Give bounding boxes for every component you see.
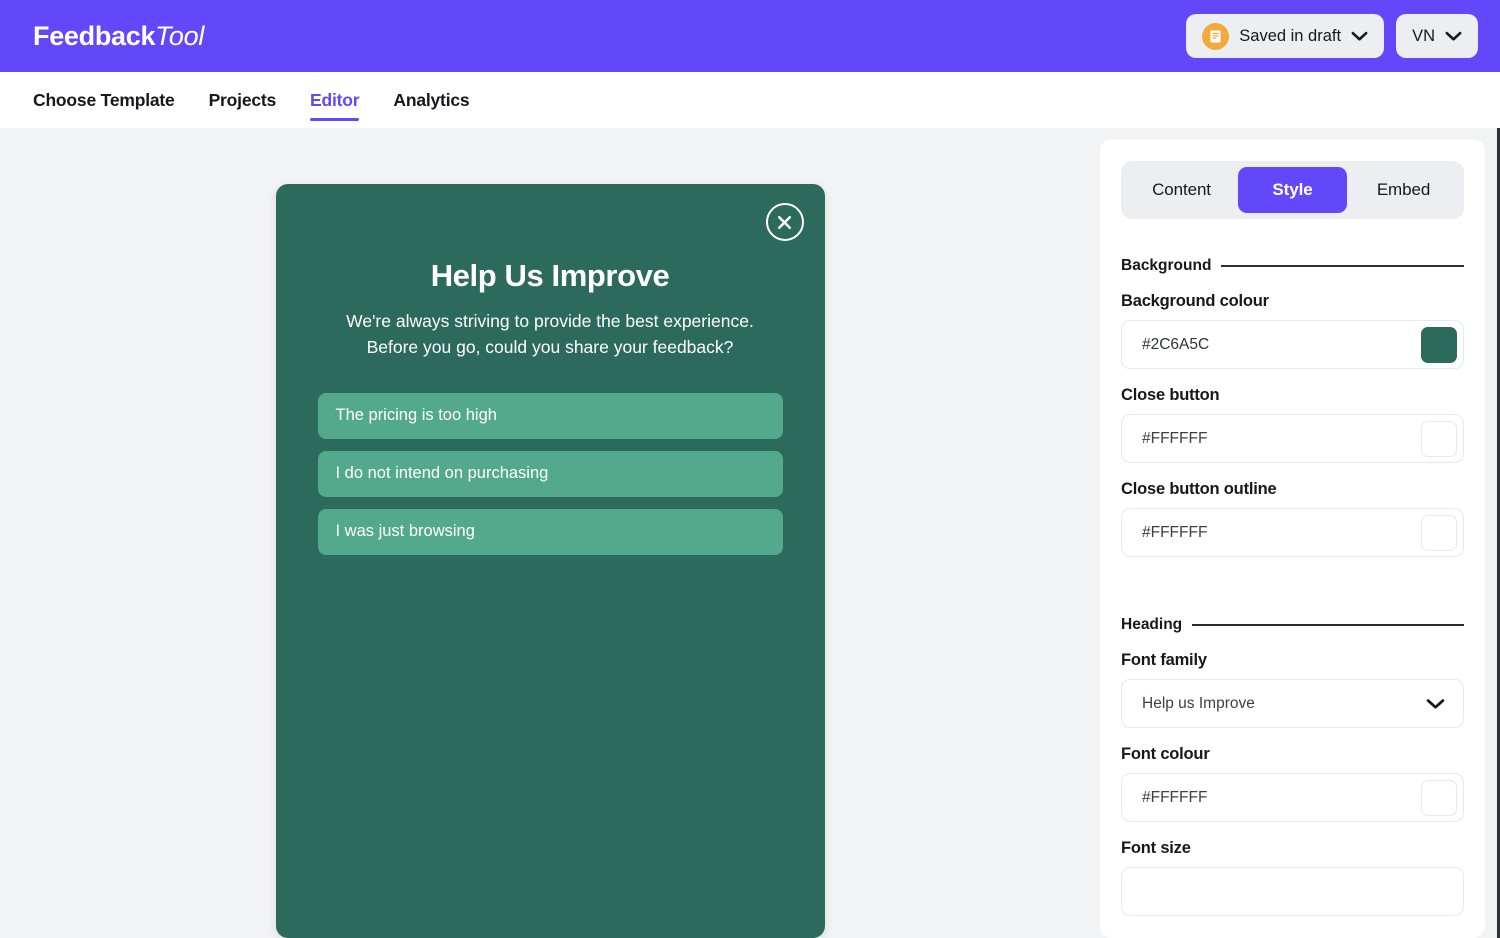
section-header-background: Background [1121, 257, 1464, 275]
tab-style[interactable]: Style [1238, 167, 1347, 213]
field-label-font-size: Font size [1121, 839, 1191, 857]
preview-option-1[interactable]: The pricing is too high [317, 392, 783, 439]
close-button-outline-colour-input[interactable]: #FFFFFF [1121, 508, 1464, 557]
close-button-colour-input[interactable]: #FFFFFF [1121, 414, 1464, 463]
section-header-heading: Heading [1121, 616, 1464, 634]
tab-embed[interactable]: Embed [1349, 167, 1458, 213]
section-divider [1221, 265, 1464, 267]
section-divider [1192, 624, 1464, 626]
close-button-colour-swatch[interactable] [1421, 420, 1457, 457]
saved-in-draft-label: Saved in draft [1239, 26, 1342, 45]
chevron-down-icon [1445, 31, 1462, 42]
font-colour-input[interactable]: #FFFFFF [1121, 773, 1464, 822]
style-panel: Content Style Embed Background Backgroun… [1100, 139, 1485, 938]
field-label-background-colour: Background colour [1121, 292, 1269, 310]
app-header: FeedbackTool Saved in draft VN [0, 0, 1500, 72]
field-label-close-button-outline: Close button outline [1121, 480, 1277, 498]
background-colour-input[interactable]: #2C6A5C [1121, 320, 1464, 369]
font-colour-swatch[interactable] [1421, 779, 1457, 816]
background-colour-value: #2C6A5C [1142, 335, 1210, 353]
field-label-font-colour: Font colour [1121, 745, 1210, 763]
primary-nav: Choose Template Projects Editor Analytic… [0, 72, 1500, 128]
preview-option-3[interactable]: I was just browsing [317, 508, 783, 555]
preview-title: Help Us Improve [430, 258, 670, 293]
close-button-colour-value: #FFFFFF [1142, 429, 1208, 447]
panel-tab-group: Content Style Embed [1121, 161, 1464, 219]
language-selector-button[interactable]: VN [1396, 14, 1478, 58]
field-label-close-button: Close button [1121, 386, 1220, 404]
feedback-modal-preview: Help Us Improve We're always striving to… [275, 184, 825, 938]
preview-subtitle-line-2: Before you go, could you share your feed… [366, 336, 734, 357]
field-close-button: Close button #FFFFFF [1121, 386, 1464, 463]
nav-item-projects[interactable]: Projects [209, 72, 277, 128]
field-background-colour: Background colour #2C6A5C [1121, 292, 1464, 369]
field-close-button-outline: Close button outline #FFFFFF [1121, 480, 1464, 557]
font-family-select[interactable]: Help us Improve [1121, 679, 1464, 728]
header-actions: Saved in draft VN [1186, 14, 1478, 58]
field-font-colour: Font colour #FFFFFF [1121, 745, 1464, 822]
logo-text-secondary: Tool [155, 20, 205, 51]
editor-workspace: Help Us Improve We're always striving to… [0, 128, 1500, 938]
chevron-down-icon [1426, 698, 1457, 710]
font-family-value: Help us Improve [1142, 694, 1255, 712]
section-title-background: Background [1121, 257, 1212, 274]
logo-text-primary: Feedback [33, 20, 156, 51]
app-logo: FeedbackTool [33, 21, 204, 52]
close-button-outline-colour-swatch[interactable] [1421, 514, 1457, 551]
close-button-outline-colour-value: #FFFFFF [1142, 523, 1208, 541]
section-title-heading: Heading [1121, 616, 1183, 633]
font-size-input[interactable] [1121, 867, 1464, 916]
nav-item-editor[interactable]: Editor [310, 72, 360, 128]
nav-item-analytics[interactable]: Analytics [393, 72, 469, 128]
preview-canvas: Help Us Improve We're always striving to… [0, 128, 1100, 938]
field-label-font-family: Font family [1121, 651, 1207, 669]
preview-options-list: The pricing is too high I do not intend … [317, 392, 783, 555]
chevron-down-icon [1351, 31, 1368, 42]
field-font-size: Font size [1121, 839, 1464, 916]
preview-subtitle: We're always striving to provide the bes… [318, 309, 783, 361]
close-circle-icon[interactable] [765, 203, 804, 241]
preview-option-2[interactable]: I do not intend on purchasing [317, 450, 783, 497]
background-colour-swatch[interactable] [1421, 326, 1457, 363]
document-note-icon [1202, 22, 1230, 50]
saved-in-draft-button[interactable]: Saved in draft [1186, 14, 1385, 58]
nav-item-choose-template[interactable]: Choose Template [33, 72, 175, 128]
preview-subtitle-line-1: We're always striving to provide the bes… [346, 311, 754, 331]
tab-content[interactable]: Content [1127, 167, 1236, 213]
field-font-family: Font family Help us Improve [1121, 651, 1464, 728]
language-selector-label: VN [1412, 26, 1435, 45]
font-colour-value: #FFFFFF [1142, 788, 1208, 806]
